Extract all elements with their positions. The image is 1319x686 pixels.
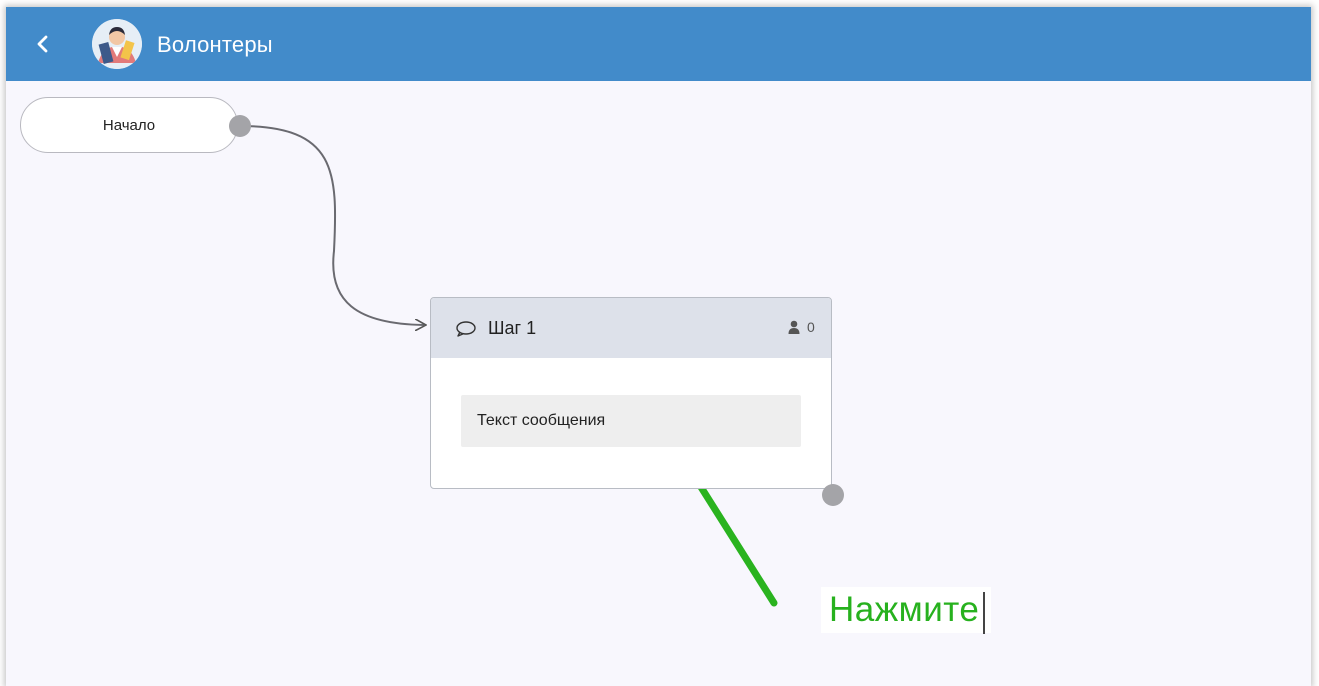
chevron-left-icon — [37, 35, 48, 53]
app-window: Волонтеры Начало Шаг 1 0 Текст сообщения… — [6, 7, 1311, 686]
step-node-output-port[interactable] — [822, 484, 844, 506]
text-caret — [983, 592, 985, 634]
message-placeholder: Текст сообщения — [477, 412, 606, 429]
annotation-label: Нажмите — [821, 587, 991, 633]
chat-bubble-icon — [456, 321, 476, 337]
step-title: Шаг 1 — [488, 318, 537, 338]
header-bar: Волонтеры — [6, 7, 1311, 81]
start-node-output-port[interactable] — [229, 115, 251, 137]
step-header[interactable]: Шаг 1 0 — [431, 298, 831, 358]
flow-connector[interactable] — [239, 125, 424, 325]
start-node-label: Начало — [102, 116, 156, 134]
start-node[interactable]: Начало — [20, 97, 238, 153]
back-button[interactable] — [28, 29, 58, 59]
flow-canvas[interactable]: Начало Шаг 1 0 Текст сообщения Нажмите — [6, 81, 1311, 686]
user-icon — [788, 320, 800, 334]
message-text-field[interactable]: Текст сообщения — [461, 395, 801, 447]
page-title: Волонтеры — [157, 32, 273, 57]
avatar[interactable] — [92, 19, 142, 69]
step-user-count: 0 — [807, 319, 815, 335]
volunteer-avatar — [92, 19, 142, 69]
step-node[interactable]: Шаг 1 0 Текст сообщения — [430, 297, 832, 489]
